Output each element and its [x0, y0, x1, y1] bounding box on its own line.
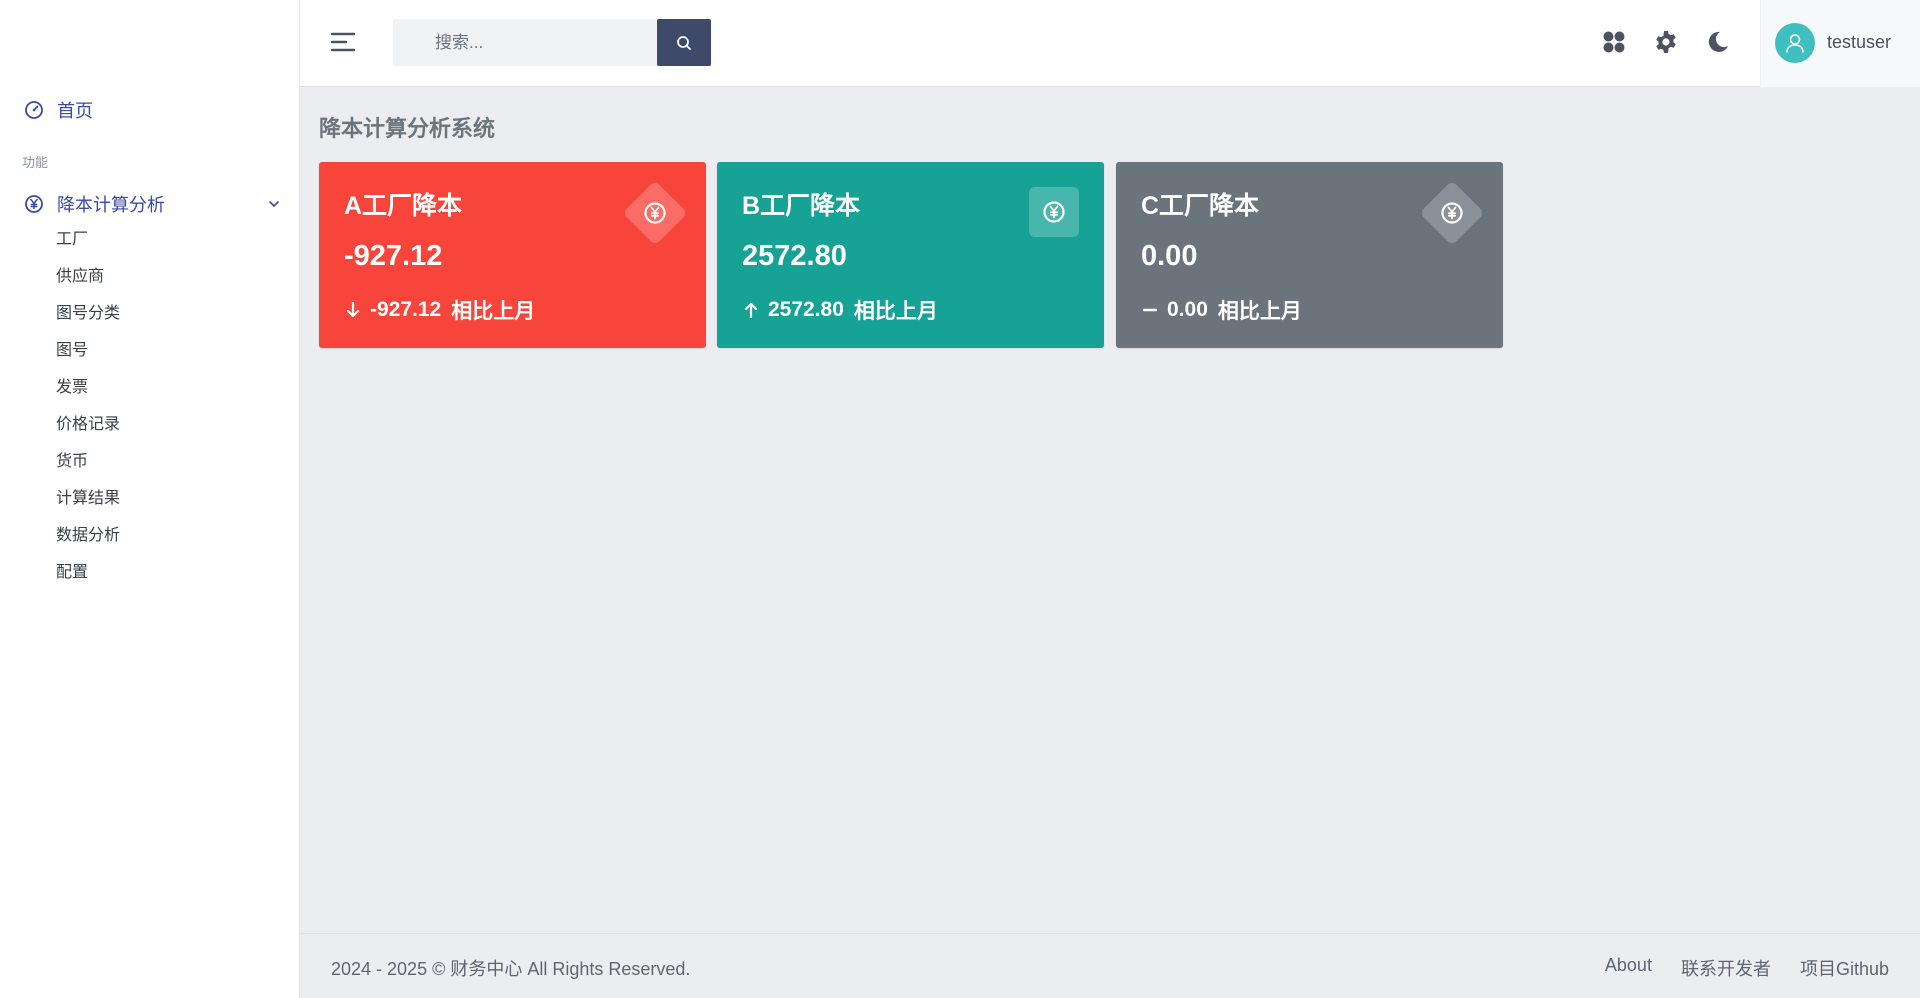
- page-footer: 2024 - 2025 © 财务中心 All Rights Reserved. …: [300, 933, 1920, 998]
- card-title: B工厂降本: [742, 192, 861, 220]
- gear-icon[interactable]: [1654, 30, 1678, 54]
- yen-circle-icon: [644, 202, 666, 224]
- card-change: -927.12 相比上月: [344, 295, 535, 325]
- search-button[interactable]: [657, 19, 711, 66]
- footer-link-about[interactable]: About: [1605, 955, 1652, 981]
- sidebar: 首页 功能 降本计算分析 工厂 供应商 图号分类 图号 发票 价格记录 货币 计…: [0, 0, 300, 998]
- hamburger-menu-icon[interactable]: [331, 31, 355, 53]
- arrow-down-icon: [346, 301, 360, 318]
- card-badge: [1419, 180, 1485, 246]
- footer-link-contact-developer[interactable]: 联系开发者: [1681, 955, 1771, 981]
- card-change-value: 0.00: [1167, 298, 1208, 321]
- sidebar-item-supplier[interactable]: 供应商: [56, 265, 120, 302]
- card-change-note: 相比上月: [853, 300, 938, 323]
- sidebar-item-part-category[interactable]: 图号分类: [56, 302, 120, 339]
- sidebar-item-calc-result[interactable]: 计算结果: [56, 487, 120, 524]
- card-badge: [622, 180, 688, 246]
- sidebar-item-currency[interactable]: 货币: [56, 450, 120, 487]
- footer-links: About 联系开发者 项目Github: [1576, 955, 1889, 981]
- sidebar-group-label: 降本计算分析: [57, 195, 165, 215]
- moon-icon[interactable]: [1706, 30, 1730, 54]
- sidebar-item-label: 首页: [57, 101, 93, 121]
- card-change-note: 相比上月: [1217, 300, 1302, 323]
- search-icon: [677, 35, 691, 50]
- yen-circle-icon: [1441, 202, 1463, 224]
- apps-grid-icon[interactable]: [1602, 30, 1626, 54]
- card-title: C工厂降本: [1141, 192, 1260, 220]
- sidebar-submenu: 工厂 供应商 图号分类 图号 发票 价格记录 货币 计算结果 数据分析 配置: [56, 228, 120, 598]
- arrow-up-icon: [744, 302, 758, 319]
- card-value: 0.00: [1141, 240, 1198, 272]
- card-change: 0.00 相比上月: [1141, 295, 1302, 325]
- page-title: 降本计算分析系统: [319, 116, 496, 141]
- sidebar-item-config[interactable]: 配置: [56, 561, 120, 598]
- sidebar-item-part-number[interactable]: 图号: [56, 339, 120, 376]
- card-change: 2572.80 相比上月: [742, 295, 938, 325]
- yen-circle-icon: [1043, 201, 1065, 223]
- card-change-note: 相比上月: [451, 300, 536, 323]
- sidebar-group-cost-analysis[interactable]: 降本计算分析: [24, 192, 286, 216]
- sidebar-item-invoice[interactable]: 发票: [56, 376, 120, 413]
- avatar: [1775, 23, 1815, 63]
- search-box: [393, 19, 711, 66]
- minus-icon: [1142, 308, 1158, 312]
- sidebar-item-data-analysis[interactable]: 数据分析: [56, 524, 120, 561]
- stat-card-factory-a: A工厂降本 -927.12 -927.12 相比上月: [319, 162, 706, 348]
- footer-link-github[interactable]: 项目Github: [1800, 955, 1889, 981]
- user-icon: [1786, 34, 1804, 53]
- card-change-value: 2572.80: [768, 298, 844, 321]
- topbar: testuser: [300, 0, 1920, 87]
- username: testuser: [1827, 32, 1892, 52]
- card-value: -927.12: [344, 240, 443, 272]
- stat-card-factory-b: B工厂降本 2572.80 2572.80 相比上月: [717, 162, 1104, 348]
- user-menu[interactable]: testuser: [1760, 0, 1920, 87]
- sidebar-item-price-record[interactable]: 价格记录: [56, 413, 120, 450]
- copyright-text: 2024 - 2025 © 财务中心 All Rights Reserved.: [331, 959, 691, 979]
- yen-circle-icon: [25, 195, 43, 213]
- search-input[interactable]: [393, 19, 657, 66]
- card-change-value: -927.12: [370, 298, 442, 321]
- chevron-down-icon: [269, 201, 279, 208]
- dashboard-gauge-icon: [25, 101, 43, 119]
- sidebar-item-home[interactable]: 首页: [24, 98, 93, 122]
- sidebar-item-factory[interactable]: 工厂: [56, 228, 120, 265]
- card-title: A工厂降本: [344, 192, 463, 220]
- stat-card-factory-c: C工厂降本 0.00 0.00 相比上月: [1116, 162, 1503, 348]
- sidebar-section-title: 功能: [22, 155, 49, 170]
- card-badge: [1029, 187, 1079, 237]
- card-value: 2572.80: [742, 240, 847, 272]
